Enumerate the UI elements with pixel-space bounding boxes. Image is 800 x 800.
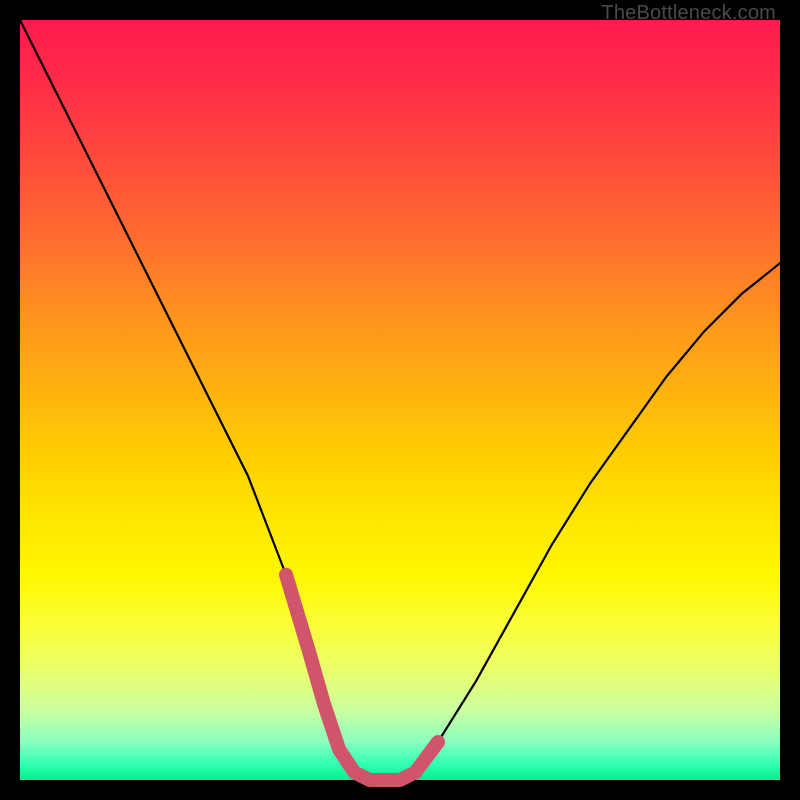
curve-svg xyxy=(20,20,780,780)
plot-area xyxy=(20,20,780,780)
bottleneck-curve xyxy=(20,20,780,780)
chart-frame: TheBottleneck.com xyxy=(0,0,800,800)
watermark-text: TheBottleneck.com xyxy=(601,2,776,25)
valley-highlight xyxy=(286,575,438,780)
